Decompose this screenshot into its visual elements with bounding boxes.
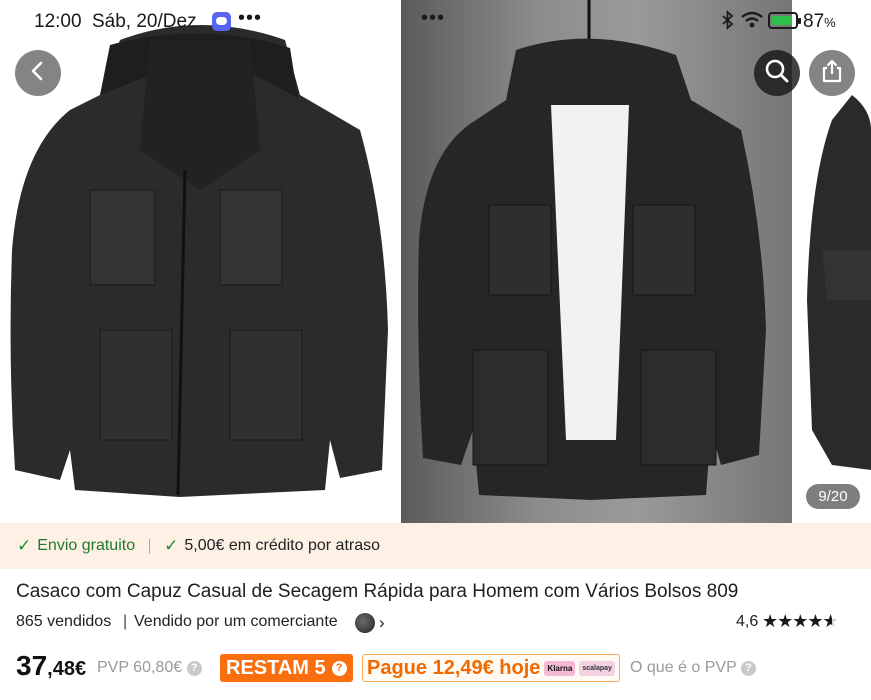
battery-level: 87% bbox=[803, 11, 836, 32]
bluetooth-icon bbox=[721, 9, 735, 35]
rating-stars[interactable]: ★★★★★ ★ bbox=[762, 611, 839, 632]
klarna-logo: Klarna bbox=[544, 660, 576, 676]
current-price: 37,48€ bbox=[16, 650, 87, 681]
installment-badge[interactable]: Pague 12,49€ hoje Klarna scalapay bbox=[362, 654, 620, 682]
more-notifications-icon: ••• bbox=[238, 7, 263, 29]
chevron-right-icon[interactable]: › bbox=[379, 613, 385, 633]
help-icon[interactable]: ? bbox=[186, 661, 202, 676]
status-bar: 12:00 Sáb, 20/Dez ••• ••• 87% bbox=[0, 0, 871, 44]
meta-separator: | bbox=[123, 613, 128, 630]
seller-link[interactable]: Vendido por um comerciante bbox=[134, 613, 338, 631]
product-image-gallery[interactable] bbox=[0, 0, 871, 523]
product-image-2[interactable] bbox=[401, 0, 792, 523]
search-button[interactable] bbox=[754, 50, 800, 96]
check-icon: ✓ bbox=[164, 536, 179, 555]
back-icon bbox=[28, 60, 48, 87]
stock-remaining-badge[interactable]: RESTAM 5? bbox=[220, 654, 353, 682]
product-title: Casaco com Capuz Casual de Secagem Rápid… bbox=[16, 581, 739, 602]
back-button[interactable] bbox=[15, 50, 61, 96]
help-icon[interactable]: ? bbox=[740, 661, 756, 676]
what-is-pvp-link[interactable]: O que é o PVP ? bbox=[630, 659, 756, 677]
price-row: 37,48€ PVP 60,80€ ? RESTAM 5? Pague 12,4… bbox=[16, 650, 871, 686]
share-button[interactable] bbox=[809, 50, 855, 96]
scalapay-logo: scalapay bbox=[579, 660, 615, 676]
check-icon: ✓ bbox=[17, 536, 32, 555]
sold-count: 865 vendidos bbox=[16, 613, 112, 630]
product-meta: 865 vendidos | Vendido por um comerciant… bbox=[16, 611, 856, 635]
image-counter: 9/20 bbox=[806, 484, 860, 509]
delay-credit-label: 5,00€ em crédito por atraso bbox=[184, 537, 381, 554]
help-icon[interactable]: ? bbox=[331, 660, 347, 676]
wifi-icon bbox=[740, 10, 764, 35]
multitask-dots-icon[interactable]: ••• bbox=[421, 7, 445, 30]
battery-icon bbox=[768, 12, 801, 29]
shipping-banner[interactable]: ✓ Envio gratuito ✓ 5,00€ em crédito por … bbox=[0, 523, 871, 569]
search-icon bbox=[764, 58, 790, 89]
status-time: 12:00 bbox=[34, 11, 82, 32]
rating-value[interactable]: 4,6 bbox=[736, 613, 758, 631]
share-icon bbox=[819, 58, 845, 89]
status-date: Sáb, 20/Dez bbox=[92, 11, 197, 32]
discord-notification-icon bbox=[212, 12, 231, 31]
pvp-price[interactable]: PVP 60,80€ ? bbox=[97, 659, 202, 677]
free-shipping-label: Envio gratuito bbox=[37, 537, 136, 554]
banner-divider bbox=[149, 538, 151, 554]
seller-avatar[interactable] bbox=[355, 613, 375, 633]
